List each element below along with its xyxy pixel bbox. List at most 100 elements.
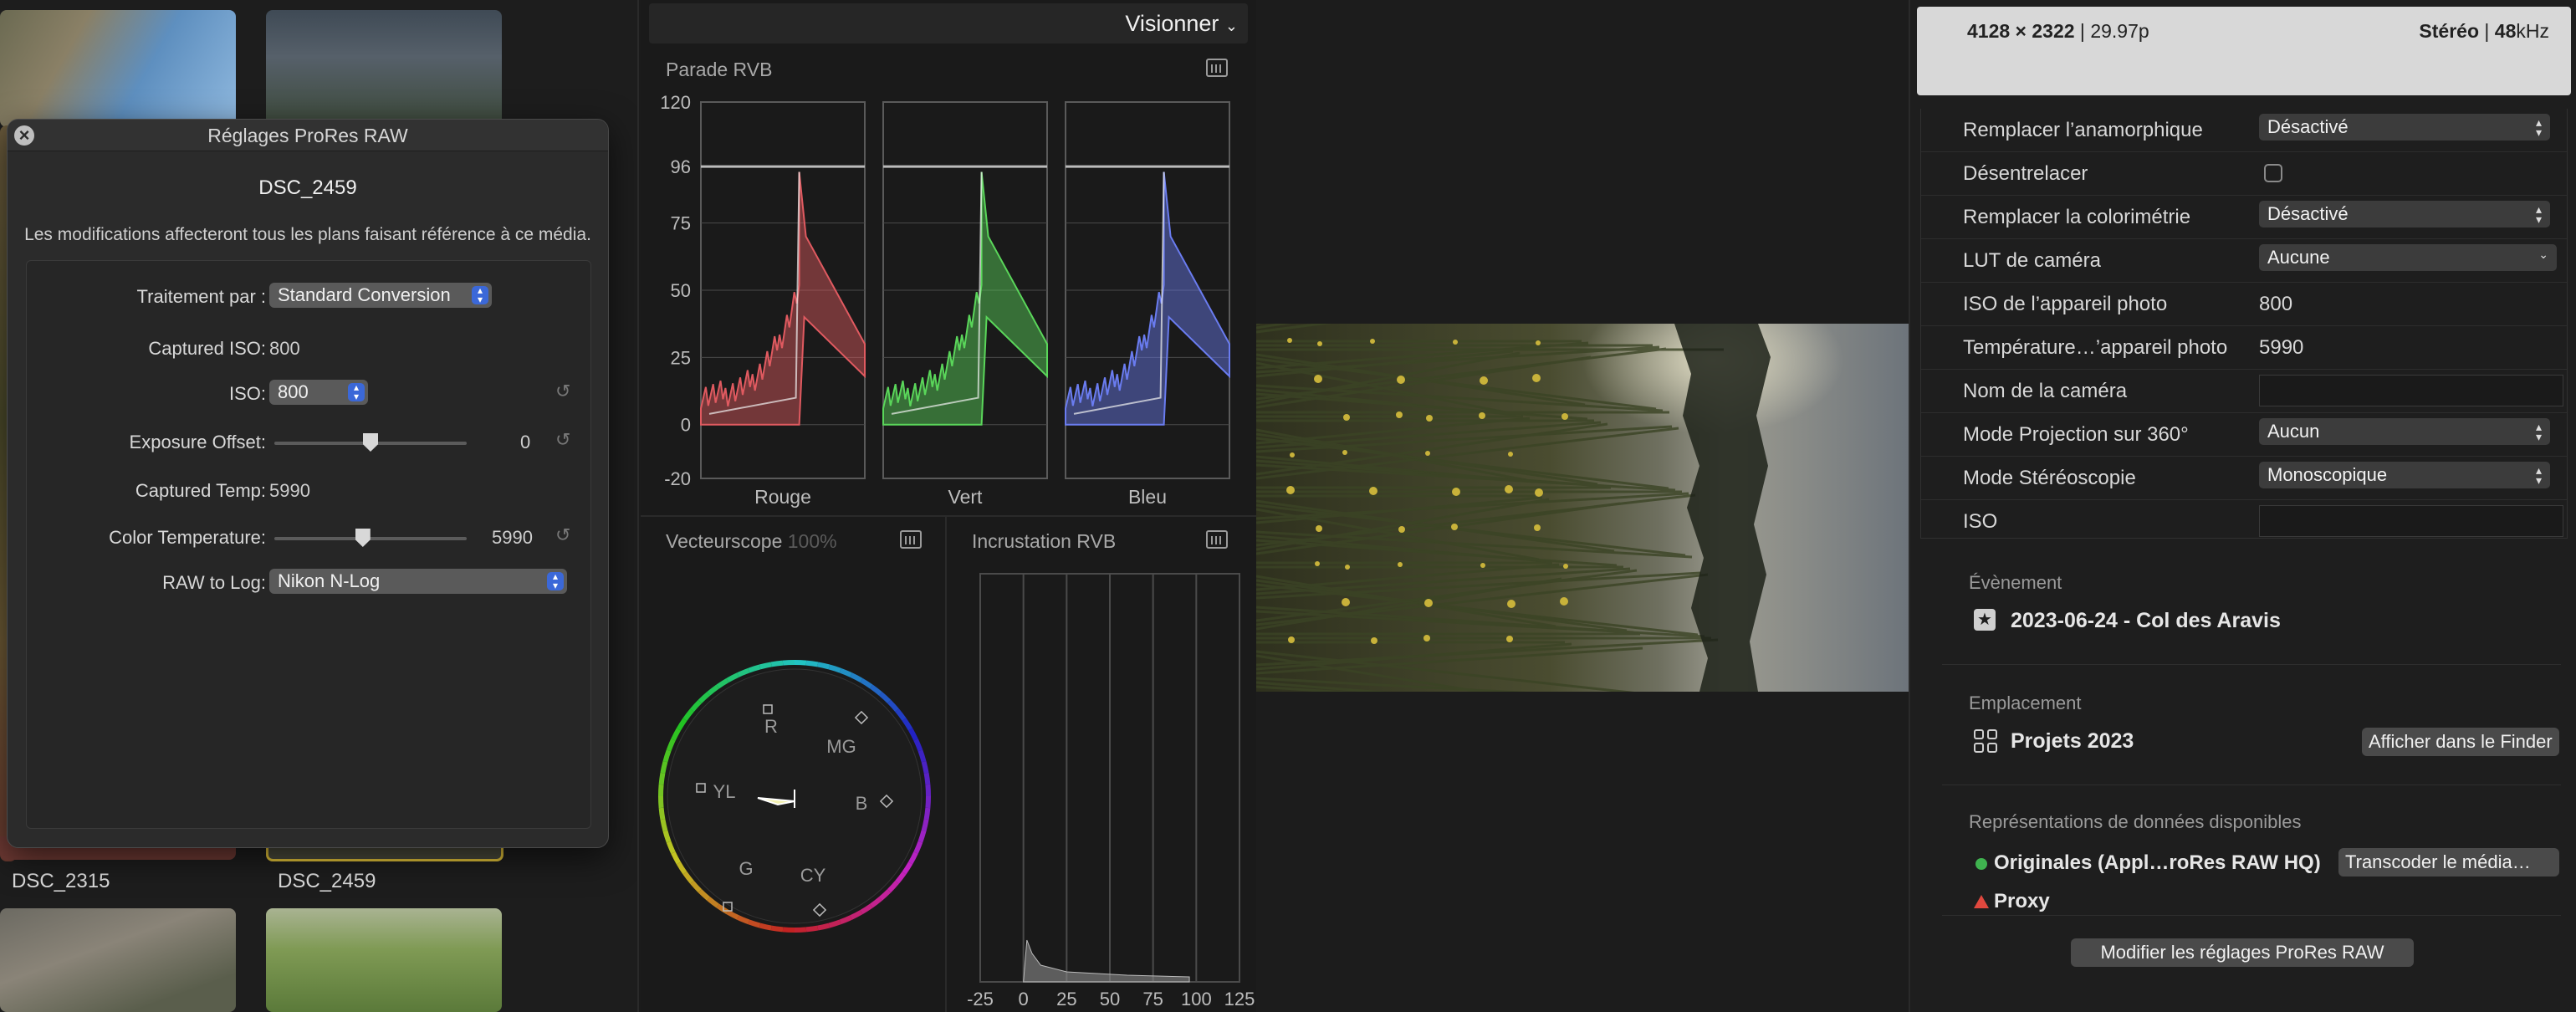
vectorscope-ring-segment [737,915,750,925]
overlay-tick-label: -25 [967,989,994,1009]
flower [1314,375,1322,383]
vectorscope-ring-segment [902,718,913,731]
vectorscope-ring-segment [907,851,918,865]
library-grid-icon [1974,729,1997,753]
parade-trace [882,171,1048,426]
dialog-clip-name: DSC_2459 [258,176,357,199]
settings-row: Température…’appareil photo 5990 [1921,326,2567,370]
vectorscope-ring-segment [913,841,923,854]
video-frame[interactable] [1256,324,1909,692]
view-menu[interactable]: Visionner ⌄ [1125,11,1238,37]
reset-icon[interactable]: ↺ [555,526,572,544]
chevron-down-icon: ⌄ [2538,248,2548,261]
clip-thumbnail[interactable] [0,10,236,127]
parade-channel-label: Bleu [1128,486,1167,508]
rgb-overlay-title: Incrustation RVB [972,530,1117,552]
iso-label: ISO: [228,383,266,404]
reset-icon[interactable]: ↺ [555,382,572,401]
parade-channel-label: Vert [948,486,984,508]
divider [1942,664,2561,665]
vectorscope-ring-segment [917,830,927,843]
vectorscope-ring-segment [682,871,694,884]
camera-lut-popup[interactable]: Aucune ⌄ [2259,244,2557,271]
exposure-offset-value: 0 [520,432,531,452]
anamorphic-popup[interactable]: Désactivé ▴ ▾ [2259,114,2550,141]
settings-table: Remplacer l’anamorphique Désactivé ▴ ▾ Dés… [1920,109,2568,539]
captured-temp-label: Captured Temp: [135,480,266,501]
camera-temp-value: 5990 [2259,336,2304,359]
dialog-titlebar[interactable]: × Réglages ProRes RAW [8,120,608,151]
video-frame-image [1256,324,1909,692]
projection-360-popup[interactable]: Aucun ▴ ▾ [2259,418,2550,445]
original-media-label: Originales (Appl…roRes RAW HQ) [1994,851,2321,874]
scope-settings-icon[interactable] [1206,59,1228,77]
flower [1480,376,1488,385]
vectorscope-ring-segment [748,919,761,928]
camera-name-field[interactable] [2259,375,2563,406]
vectorscope-ring-segment [917,749,927,763]
parade-tick-label: 25 [671,347,691,368]
parade-trace [700,171,866,426]
exposure-offset-label: Exposure Offset: [129,432,266,452]
flower [1452,488,1460,496]
flower [1423,635,1430,641]
raw-to-log-popup[interactable]: Nikon N-Log ▴ ▾ [269,569,567,594]
color-temperature-slider[interactable] [274,537,467,540]
stereoscopy-popup[interactable]: Monoscopique ▴ ▾ [2259,462,2550,488]
transcode-media-button[interactable]: Transcoder le média… [2338,848,2559,877]
modify-prores-raw-button[interactable]: Modifier les réglages ProRes RAW [2071,938,2414,967]
popup-value: Monoscopique [2267,464,2388,485]
show-in-finder-button[interactable]: Afficher dans le Finder [2362,728,2559,756]
colorimetry-popup[interactable]: Désactivé ▴ ▾ [2259,201,2550,227]
camera-iso-value: 800 [2259,293,2293,315]
vectorscope-ring-segment [828,664,841,673]
vectorscope-ring-segment [707,897,719,908]
clip-thumbnail[interactable] [0,908,236,1012]
vectorscope-ring-segment [660,819,668,832]
vectorscope-ring-segment [895,871,907,884]
vectorscope-ring-segment [671,728,682,741]
vectorscope-ring-segment [671,851,682,865]
vectorscope-ring-segment [676,861,687,875]
settings-row: Désentrelacer [1921,152,2567,196]
vectorscope-ring-segment [660,760,668,774]
settings-row: Mode Projection sur 360° Aucun ▴ ▾ [1921,413,2567,457]
overlay-tick-label: 25 [1056,989,1076,1009]
event-section-title: Évènement [1969,572,2062,593]
iso-popup[interactable]: 800 ▴ ▾ [269,380,368,405]
clip-name-label: DSC_2459 [278,870,376,892]
reset-icon[interactable]: ↺ [555,431,572,449]
exposure-slider-knob[interactable] [363,433,378,452]
up-down-icon: ▴ ▾ [2535,420,2542,443]
flower [1370,339,1375,344]
up-down-icon: ▴ ▾ [2535,202,2542,226]
vectorscope-ring-segment [805,925,819,933]
parade-tick-label: 0 [681,415,691,436]
vectorscope-target-label: CY [800,865,826,886]
iso-field[interactable] [2259,505,2563,537]
row-label: Température…’appareil photo [1963,336,2228,359]
clip-thumbnail[interactable] [266,908,502,1012]
clip-thumbnail[interactable] [266,10,502,127]
vectorscope-ring-segment [690,699,702,713]
scope-settings-icon[interactable] [900,530,922,549]
flower [1536,340,1541,345]
vectorscope-ring-segment [770,925,784,933]
scope-settings-icon[interactable] [1206,530,1228,549]
deinterlace-checkbox[interactable] [2264,164,2282,182]
processing-popup[interactable]: Standard Conversion ▴ ▾ [269,283,492,308]
vectorscope-ring-segment [839,915,852,925]
parade-channel-label: Rouge [754,486,811,508]
rgb-overlay-scope: -25 0 25 50 75 100 125 [967,573,1255,1009]
iso-value: 800 [278,381,309,402]
flower [1286,486,1295,494]
dialog-notice: Les modifications affecteront tous les p… [24,225,591,244]
color-temperature-slider-knob[interactable] [355,529,371,547]
proxy-label: Proxy [1994,890,2050,912]
frame-rate-value: 29.97p [2090,20,2149,42]
vectorscope-ring-segment [794,660,807,666]
flower [1453,340,1458,345]
flower [1397,376,1405,384]
flower [1534,524,1541,531]
row-label: Mode Projection sur 360° [1963,423,2189,446]
